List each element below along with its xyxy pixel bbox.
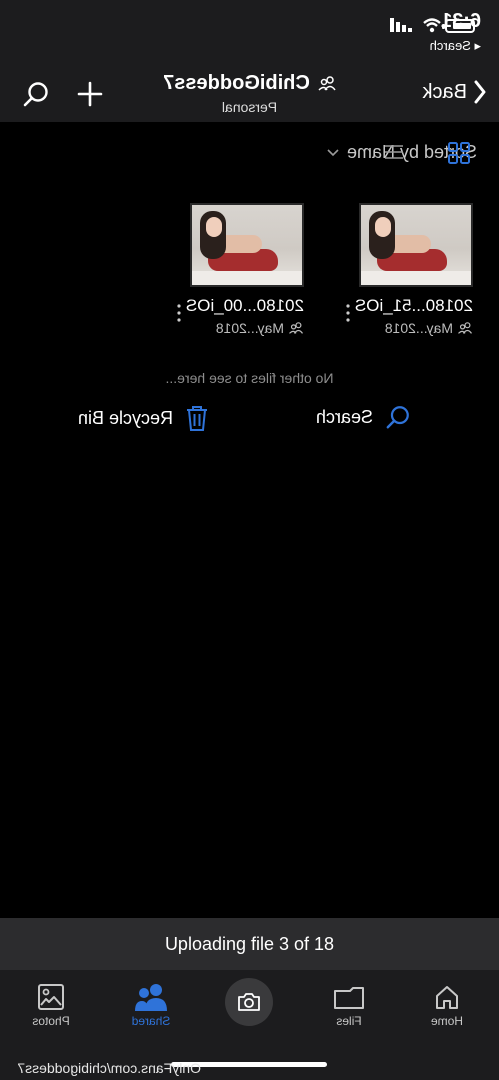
shared-people-icon <box>289 321 303 334</box>
file-meta: May...2018 <box>385 320 473 336</box>
page-title: ChibiGoddess7 <box>163 72 336 95</box>
search-action[interactable]: Search <box>316 404 411 430</box>
tab-files-label: Files <box>336 1014 362 1028</box>
shared-people-icon <box>458 321 472 334</box>
file-date: May...2018 <box>384 320 453 336</box>
tab-photos[interactable]: Photos <box>11 980 91 1028</box>
search-icon[interactable] <box>22 80 50 108</box>
back-to-app-link[interactable]: ◂ Search <box>430 38 481 54</box>
file-date: May...2018 <box>215 320 284 336</box>
tab-shared-label: Shared <box>131 1014 171 1028</box>
title-block: ChibiGoddess7 Personal <box>0 72 499 115</box>
tab-photos-label: Photos <box>32 1014 70 1028</box>
cellular-signal-icon <box>390 18 412 32</box>
back-caret-icon: ◂ <box>470 38 481 53</box>
tab-home[interactable]: Home <box>407 980 487 1028</box>
tab-files[interactable]: Files <box>309 980 389 1028</box>
wifi-icon <box>423 18 441 33</box>
file-name: 20180...00_iOS <box>185 296 304 315</box>
status-bar: 6:31 ◂ Search <box>0 0 499 64</box>
home-icon <box>436 986 458 1009</box>
camera-icon <box>238 993 260 1011</box>
empty-message: No other files to see here... <box>165 370 334 386</box>
sort-bar: Sorted by Name <box>0 122 499 180</box>
recycle-bin-label: Recycle Bin <box>77 407 173 428</box>
trash-icon <box>187 406 207 431</box>
shared-people-icon <box>135 984 167 1011</box>
upload-status-text: Uploading file 3 of 18 <box>164 934 335 954</box>
recycle-bin-action[interactable]: Recycle Bin <box>78 404 209 432</box>
more-options-icon[interactable] <box>176 303 182 323</box>
photo-icon <box>38 984 64 1010</box>
watermark-url: OnlyFans.com/chibigoddess7 <box>17 1060 201 1076</box>
file-thumbnail[interactable] <box>190 203 304 287</box>
tab-shared[interactable]: Shared <box>111 980 191 1028</box>
grid-view-icon[interactable] <box>448 142 470 164</box>
upload-status-bar: Uploading file 3 of 18 <box>0 918 499 970</box>
shared-people-icon <box>318 75 336 91</box>
file-meta: May...2018 <box>216 320 304 336</box>
search-action-label: Search <box>315 406 373 427</box>
file-thumbnail[interactable] <box>359 203 473 287</box>
tab-home-label: Home <box>431 1014 464 1028</box>
more-options-icon[interactable] <box>345 303 351 323</box>
file-name: 20180...51_iOS <box>354 296 473 315</box>
chevron-down-icon <box>327 148 339 156</box>
back-app-label: Search <box>429 38 471 53</box>
add-button[interactable] <box>76 80 104 108</box>
search-icon <box>386 406 409 429</box>
list-view-icon[interactable] <box>384 144 404 160</box>
camera-button[interactable] <box>225 978 273 1026</box>
battery-icon <box>442 19 475 33</box>
page-subtitle: Personal <box>221 98 278 115</box>
nav-bar: Back ChibiGoddess7 Personal <box>0 64 499 122</box>
folder-icon <box>334 987 364 1009</box>
title-text: ChibiGoddess7 <box>163 72 310 94</box>
